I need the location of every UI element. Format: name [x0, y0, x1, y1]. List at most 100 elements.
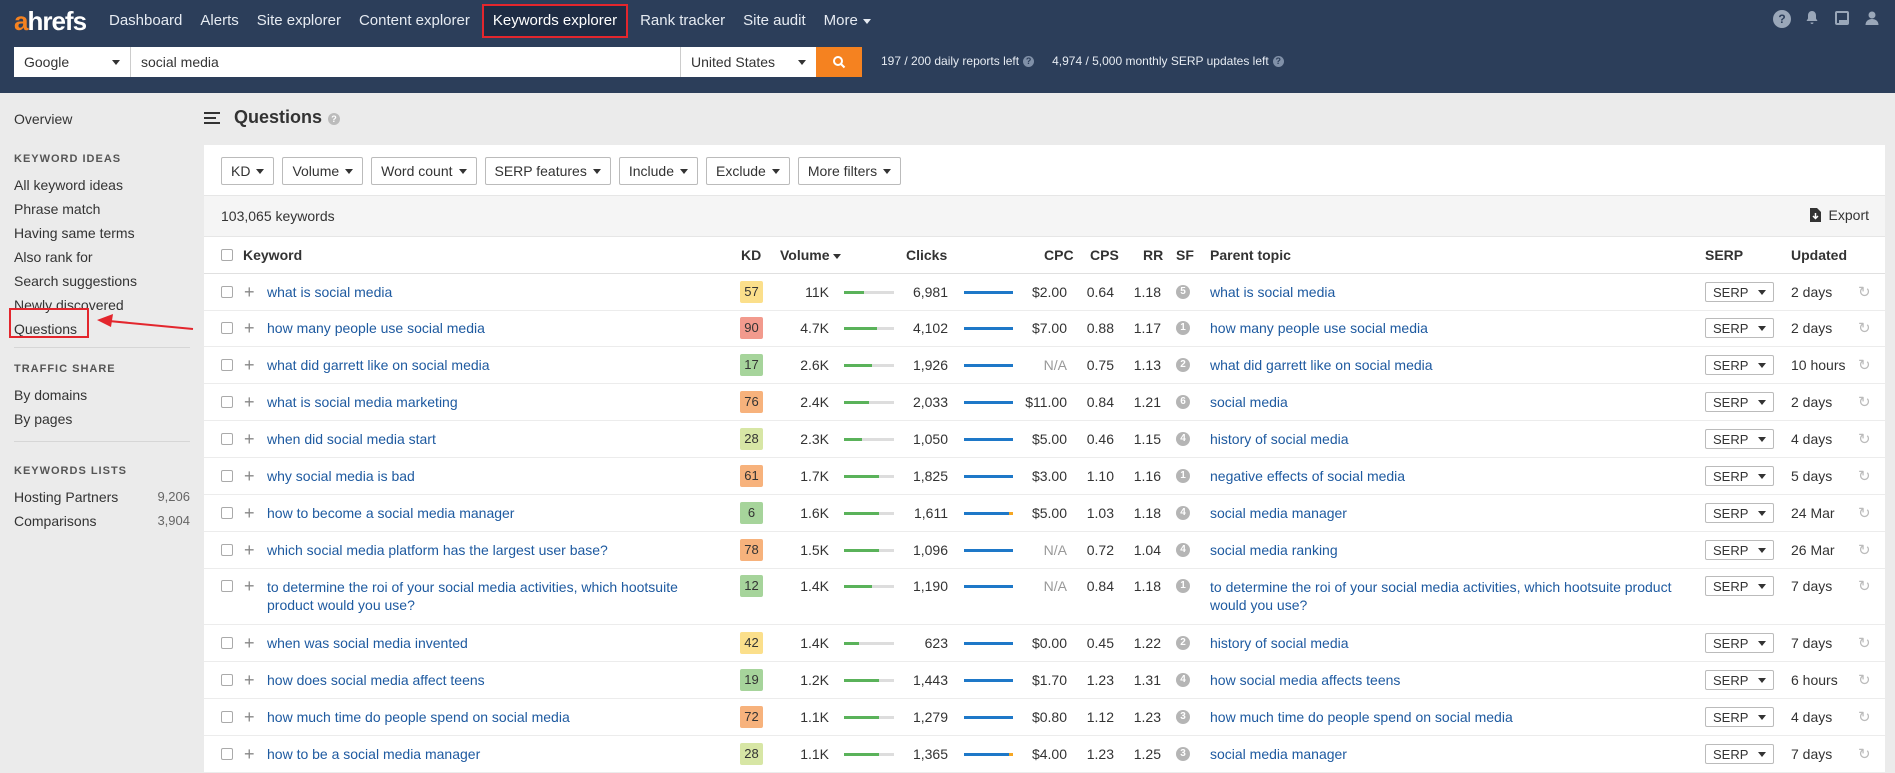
serp-features-count[interactable]: 4: [1176, 673, 1190, 687]
sidebar-item-list-comparisons[interactable]: Comparisons 3,904: [14, 513, 190, 529]
keyword-link[interactable]: what is social media marketing: [267, 394, 458, 410]
nav-site-explorer[interactable]: Site explorer: [248, 4, 350, 38]
keyword-link[interactable]: when was social media invented: [267, 635, 468, 651]
refresh-icon[interactable]: ↻: [1858, 708, 1871, 726]
row-checkbox[interactable]: [221, 470, 233, 482]
col-keyword[interactable]: Keyword: [243, 247, 302, 263]
keyword-link[interactable]: when did social media start: [267, 431, 436, 447]
parent-topic-link[interactable]: history of social media: [1210, 635, 1349, 651]
row-checkbox[interactable]: [221, 286, 233, 298]
refresh-icon[interactable]: ↻: [1858, 671, 1871, 689]
plus-icon[interactable]: +: [244, 467, 255, 485]
plus-icon[interactable]: +: [244, 356, 255, 374]
keyword-link[interactable]: what did garrett like on social media: [267, 357, 490, 373]
nav-keywords-explorer[interactable]: Keywords explorer: [481, 4, 629, 38]
plus-icon[interactable]: +: [244, 577, 255, 595]
serp-features-count[interactable]: 4: [1176, 506, 1190, 520]
parent-topic-link[interactable]: how social media affects teens: [1210, 672, 1400, 688]
serp-dropdown-button[interactable]: SERP: [1705, 355, 1774, 375]
sidebar-item-also-rank-for[interactable]: Also rank for: [14, 249, 93, 265]
serp-features-count[interactable]: 3: [1176, 747, 1190, 761]
filter-more[interactable]: More filters: [797, 157, 902, 185]
serp-dropdown-button[interactable]: SERP: [1705, 670, 1774, 690]
plus-icon[interactable]: +: [244, 283, 255, 301]
sidebar-item-search-suggestions[interactable]: Search suggestions: [14, 273, 137, 289]
search-button[interactable]: [816, 47, 862, 77]
parent-topic-link[interactable]: what is social media: [1210, 284, 1335, 300]
country-select[interactable]: United States: [681, 47, 816, 77]
keyword-search-input[interactable]: [131, 47, 681, 77]
row-checkbox[interactable]: [221, 359, 233, 371]
plus-icon[interactable]: +: [244, 393, 255, 411]
row-checkbox[interactable]: [221, 748, 233, 760]
col-rr[interactable]: RR: [1143, 247, 1163, 263]
row-checkbox[interactable]: [221, 711, 233, 723]
col-volume[interactable]: Volume: [780, 247, 841, 263]
col-parent-topic[interactable]: Parent topic: [1210, 247, 1291, 263]
search-engine-select[interactable]: Google: [14, 47, 131, 77]
sidebar-item-overview[interactable]: Overview: [14, 111, 72, 127]
parent-topic-link[interactable]: social media ranking: [1210, 542, 1338, 558]
refresh-icon[interactable]: ↻: [1858, 467, 1871, 485]
col-sf[interactable]: SF: [1176, 247, 1194, 263]
sidebar-item-having-same-terms[interactable]: Having same terms: [14, 225, 135, 241]
serp-dropdown-button[interactable]: SERP: [1705, 576, 1774, 596]
serp-features-count[interactable]: 2: [1176, 636, 1190, 650]
refresh-icon[interactable]: ↻: [1858, 283, 1871, 301]
refresh-icon[interactable]: ↻: [1858, 634, 1871, 652]
nav-rank-tracker[interactable]: Rank tracker: [631, 4, 734, 38]
refresh-icon[interactable]: ↻: [1858, 356, 1871, 374]
parent-topic-link[interactable]: how many people use social media: [1210, 320, 1428, 336]
book-icon[interactable]: [1833, 10, 1851, 28]
help-icon[interactable]: ?: [1023, 56, 1035, 68]
parent-topic-link[interactable]: history of social media: [1210, 431, 1349, 447]
serp-features-count[interactable]: 5: [1176, 285, 1190, 299]
col-cps[interactable]: CPS: [1090, 247, 1119, 263]
sidebar-item-list-hosting-partners[interactable]: Hosting Partners 9,206: [14, 489, 190, 505]
sidebar-item-by-pages[interactable]: By pages: [14, 411, 72, 427]
serp-features-count[interactable]: 4: [1176, 432, 1190, 446]
serp-features-count[interactable]: 4: [1176, 543, 1190, 557]
keyword-link[interactable]: which social media platform has the larg…: [267, 542, 608, 558]
row-checkbox[interactable]: [221, 674, 233, 686]
col-kd[interactable]: KD: [741, 247, 761, 263]
keyword-link[interactable]: to determine the roi of your social medi…: [267, 578, 687, 614]
serp-features-count[interactable]: 2: [1176, 358, 1190, 372]
parent-topic-link[interactable]: social media manager: [1210, 746, 1347, 762]
filter-serp-features[interactable]: SERP features: [484, 157, 611, 185]
keyword-link[interactable]: what is social media: [267, 284, 392, 300]
serp-dropdown-button[interactable]: SERP: [1705, 540, 1774, 560]
serp-features-count[interactable]: 1: [1176, 579, 1190, 593]
parent-topic-link[interactable]: social media: [1210, 394, 1288, 410]
serp-features-count[interactable]: 1: [1176, 321, 1190, 335]
row-checkbox[interactable]: [221, 637, 233, 649]
serp-dropdown-button[interactable]: SERP: [1705, 282, 1774, 302]
filter-kd[interactable]: KD: [221, 157, 275, 185]
serp-features-count[interactable]: 3: [1176, 710, 1190, 724]
row-checkbox[interactable]: [221, 396, 233, 408]
filter-include[interactable]: Include: [618, 157, 699, 185]
serp-dropdown-button[interactable]: SERP: [1705, 707, 1774, 727]
keyword-link[interactable]: how to become a social media manager: [267, 505, 514, 521]
filter-exclude[interactable]: Exclude: [706, 157, 790, 185]
help-icon[interactable]: ?: [328, 113, 341, 126]
plus-icon[interactable]: +: [244, 430, 255, 448]
refresh-icon[interactable]: ↻: [1858, 430, 1871, 448]
help-icon[interactable]: ?: [1272, 56, 1284, 68]
filter-volume[interactable]: Volume: [282, 157, 364, 185]
row-checkbox[interactable]: [221, 433, 233, 445]
refresh-icon[interactable]: ↻: [1858, 577, 1871, 595]
plus-icon[interactable]: +: [244, 745, 255, 763]
refresh-icon[interactable]: ↻: [1858, 319, 1871, 337]
user-icon[interactable]: [1863, 10, 1881, 28]
plus-icon[interactable]: +: [244, 319, 255, 337]
sidebar-item-phrase-match[interactable]: Phrase match: [14, 201, 100, 217]
serp-dropdown-button[interactable]: SERP: [1705, 318, 1774, 338]
row-checkbox[interactable]: [221, 507, 233, 519]
serp-features-count[interactable]: 1: [1176, 469, 1190, 483]
parent-topic-link[interactable]: to determine the roi of your social medi…: [1210, 578, 1680, 614]
serp-dropdown-button[interactable]: SERP: [1705, 466, 1774, 486]
keyword-link[interactable]: how does social media affect teens: [267, 672, 485, 688]
serp-dropdown-button[interactable]: SERP: [1705, 633, 1774, 653]
nav-content-explorer[interactable]: Content explorer: [350, 4, 479, 38]
